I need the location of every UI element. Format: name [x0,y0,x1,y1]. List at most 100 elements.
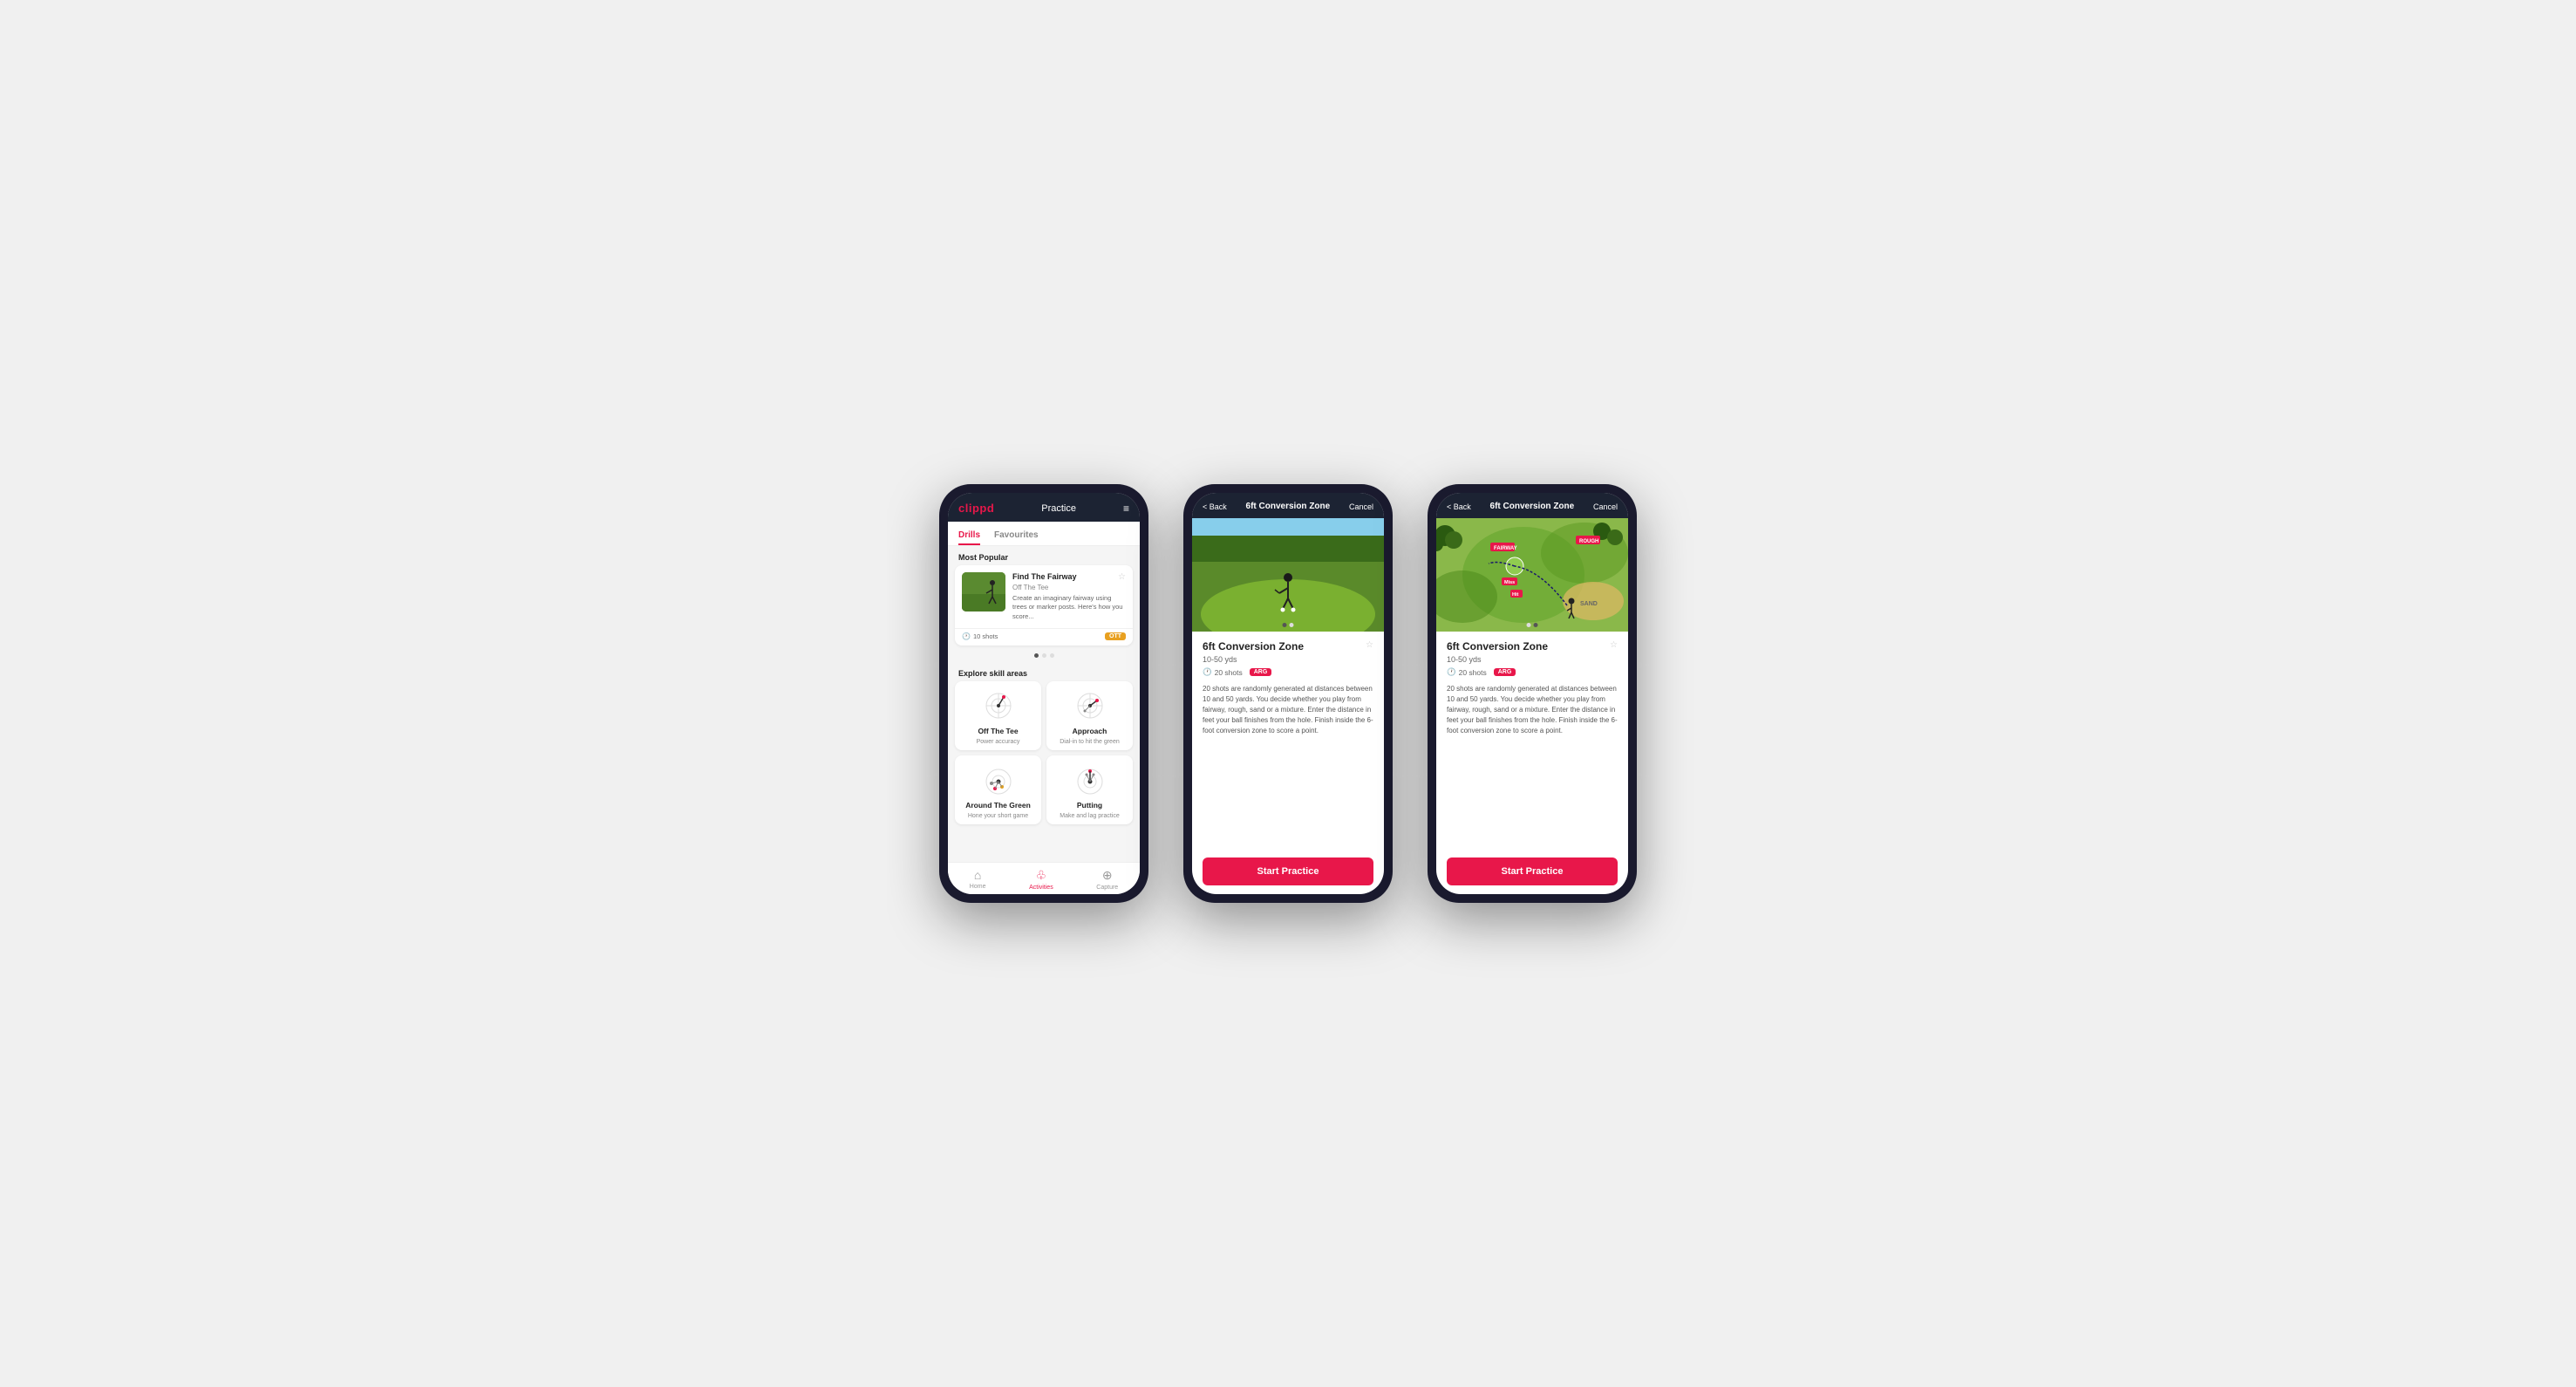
map-detail-favourite-star[interactable]: ☆ [1610,640,1618,650]
dot-3 [1050,653,1054,658]
phone-2: < Back 6ft Conversion Zone Cancel [1183,484,1393,903]
header-title: Practice [1041,503,1076,514]
svg-text:SAND: SAND [1580,601,1598,607]
tab-drills[interactable]: Drills [958,527,980,545]
drill-desc: Create an imaginary fairway using trees … [1012,594,1126,622]
drill-card-find-fairway[interactable]: Find The Fairway Off The Tee ☆ Create an… [955,565,1133,646]
nav-activities[interactable]: ♧ Activities [1029,868,1053,891]
back-button[interactable]: < Back [1203,502,1227,511]
skill-card-off-tee[interactable]: Off The Tee Power accuracy [955,681,1041,750]
menu-icon[interactable]: ≡ [1123,502,1129,515]
drill-info: Find The Fairway Off The Tee ☆ Create an… [1012,572,1126,621]
drill-photo [1192,518,1384,632]
skill-desc-ott: Power accuracy [977,739,1020,745]
drill-thumbnail [962,572,1005,612]
capture-label: Capture [1096,885,1118,891]
img-dot-1 [1283,623,1287,627]
drill-detail-title: 6ft Conversion Zone [1246,502,1331,511]
phone-3-screen: < Back 6ft Conversion Zone Cancel [1436,493,1628,894]
tabs-row: Drills Favourites [948,522,1140,546]
detail-tag: ARG [1250,668,1272,676]
drill-map: FAIRWAY ROUGH Miss Hit SAND [1436,518,1628,632]
map-detail-shots: 🕐 20 shots [1447,667,1487,677]
img-dot-2 [1290,623,1294,627]
svg-text:ROUGH: ROUGH [1579,539,1598,544]
atg-icon [979,762,1018,797]
image-dots [1283,623,1294,627]
drill-detail-scroll: 6ft Conversion Zone ☆ 10-50 yds 🕐 20 sho… [1192,632,1384,894]
capture-icon: ⊕ [1102,868,1113,883]
app-header: clippd Practice ≡ [948,493,1140,522]
map-drill-title: 6ft Conversion Zone [1490,502,1575,511]
skill-desc-putting: Make and lag practice [1060,813,1119,819]
map-cancel-button[interactable]: Cancel [1593,502,1618,511]
detail-title-row: 6ft Conversion Zone ☆ [1203,640,1373,653]
explore-label: Explore skill areas [948,662,1140,681]
phone-1: clippd Practice ≡ Drills Favourites Most… [939,484,1148,903]
phone-3: < Back 6ft Conversion Zone Cancel [1428,484,1637,903]
detail-shots: 🕐 20 shots [1203,667,1243,677]
phones-container: clippd Practice ≡ Drills Favourites Most… [939,484,1637,903]
skill-card-approach[interactable]: Approach Dial-in to hit the green [1046,681,1133,750]
detail-favourite-star[interactable]: ☆ [1366,640,1373,650]
map-start-practice-button[interactable]: Start Practice [1447,857,1618,885]
map-detail-drill-title: 6ft Conversion Zone [1447,640,1548,653]
svg-text:FAIRWAY: FAIRWAY [1494,546,1517,551]
app-logo: clippd [958,502,994,515]
map-dot-2 [1534,623,1538,627]
phone-1-screen: clippd Practice ≡ Drills Favourites Most… [948,493,1140,894]
detail-clock-icon: 🕐 [1203,667,1212,677]
drill-title: Find The Fairway [1012,572,1077,583]
map-detail-meta: 🕐 20 shots ARG [1447,667,1618,677]
off-tee-icon [979,688,1018,723]
drill-shots: 🕐 10 shots [962,632,998,640]
detail-meta: 🕐 20 shots ARG [1203,667,1373,677]
activities-icon: ♧ [1036,868,1047,883]
scroll-content: Most Popular [948,546,1140,862]
detail-description: 20 shots are randomly generated at dista… [1203,684,1373,736]
tab-favourites[interactable]: Favourites [994,527,1039,545]
nav-home[interactable]: ⌂ Home [970,868,986,891]
svg-text:Miss: Miss [1504,580,1515,585]
dot-2 [1042,653,1046,658]
cancel-button[interactable]: Cancel [1349,502,1373,511]
favourite-star[interactable]: ☆ [1118,572,1126,582]
map-detail-tag: ARG [1494,668,1516,676]
bottom-nav: ⌂ Home ♧ Activities ⊕ Capture [948,862,1140,894]
skill-grid: Off The Tee Power accuracy [948,681,1140,831]
map-detail-clock-icon: 🕐 [1447,667,1456,677]
most-popular-label: Most Popular [948,546,1140,565]
start-practice-button[interactable]: Start Practice [1203,857,1373,885]
svg-text:Hit: Hit [1512,592,1519,598]
dot-1 [1034,653,1039,658]
skill-name-ott: Off The Tee [978,727,1018,735]
skill-name-atg: Around The Green [965,801,1031,810]
detail-range: 10-50 yds [1203,655,1373,664]
putting-icon [1071,762,1109,797]
skill-card-putting[interactable]: Putting Make and lag practice [1046,755,1133,824]
drill-thumb-image [962,572,1005,612]
skill-desc-approach: Dial-in to hit the green [1060,739,1119,745]
skill-name-approach: Approach [1073,727,1107,735]
home-label: Home [970,884,986,890]
map-dot-1 [1527,623,1531,627]
skill-card-atg[interactable]: Around The Green Hone your short game [955,755,1041,824]
clock-icon: 🕐 [962,632,971,640]
drill-subtitle: Off The Tee [1012,584,1077,591]
drill-detail-header: < Back 6ft Conversion Zone Cancel [1192,493,1384,518]
carousel-dots [948,649,1140,662]
home-icon: ⌂ [974,868,981,882]
nav-capture[interactable]: ⊕ Capture [1096,868,1118,891]
detail-drill-title: 6ft Conversion Zone [1203,640,1304,653]
activities-label: Activities [1029,885,1053,891]
map-back-button[interactable]: < Back [1447,502,1471,511]
map-drill-detail-scroll: 6ft Conversion Zone ☆ 10-50 yds 🕐 20 sho… [1436,632,1628,894]
drill-map-header: < Back 6ft Conversion Zone Cancel [1436,493,1628,518]
skill-desc-atg: Hone your short game [968,813,1028,819]
approach-icon [1071,688,1109,723]
map-detail-description: 20 shots are randomly generated at dista… [1447,684,1618,736]
drill-tag: OTT [1105,632,1126,640]
map-detail-range: 10-50 yds [1447,655,1618,664]
drill-meta: 🕐 10 shots OTT [955,628,1133,646]
map-image-dots [1527,623,1538,627]
